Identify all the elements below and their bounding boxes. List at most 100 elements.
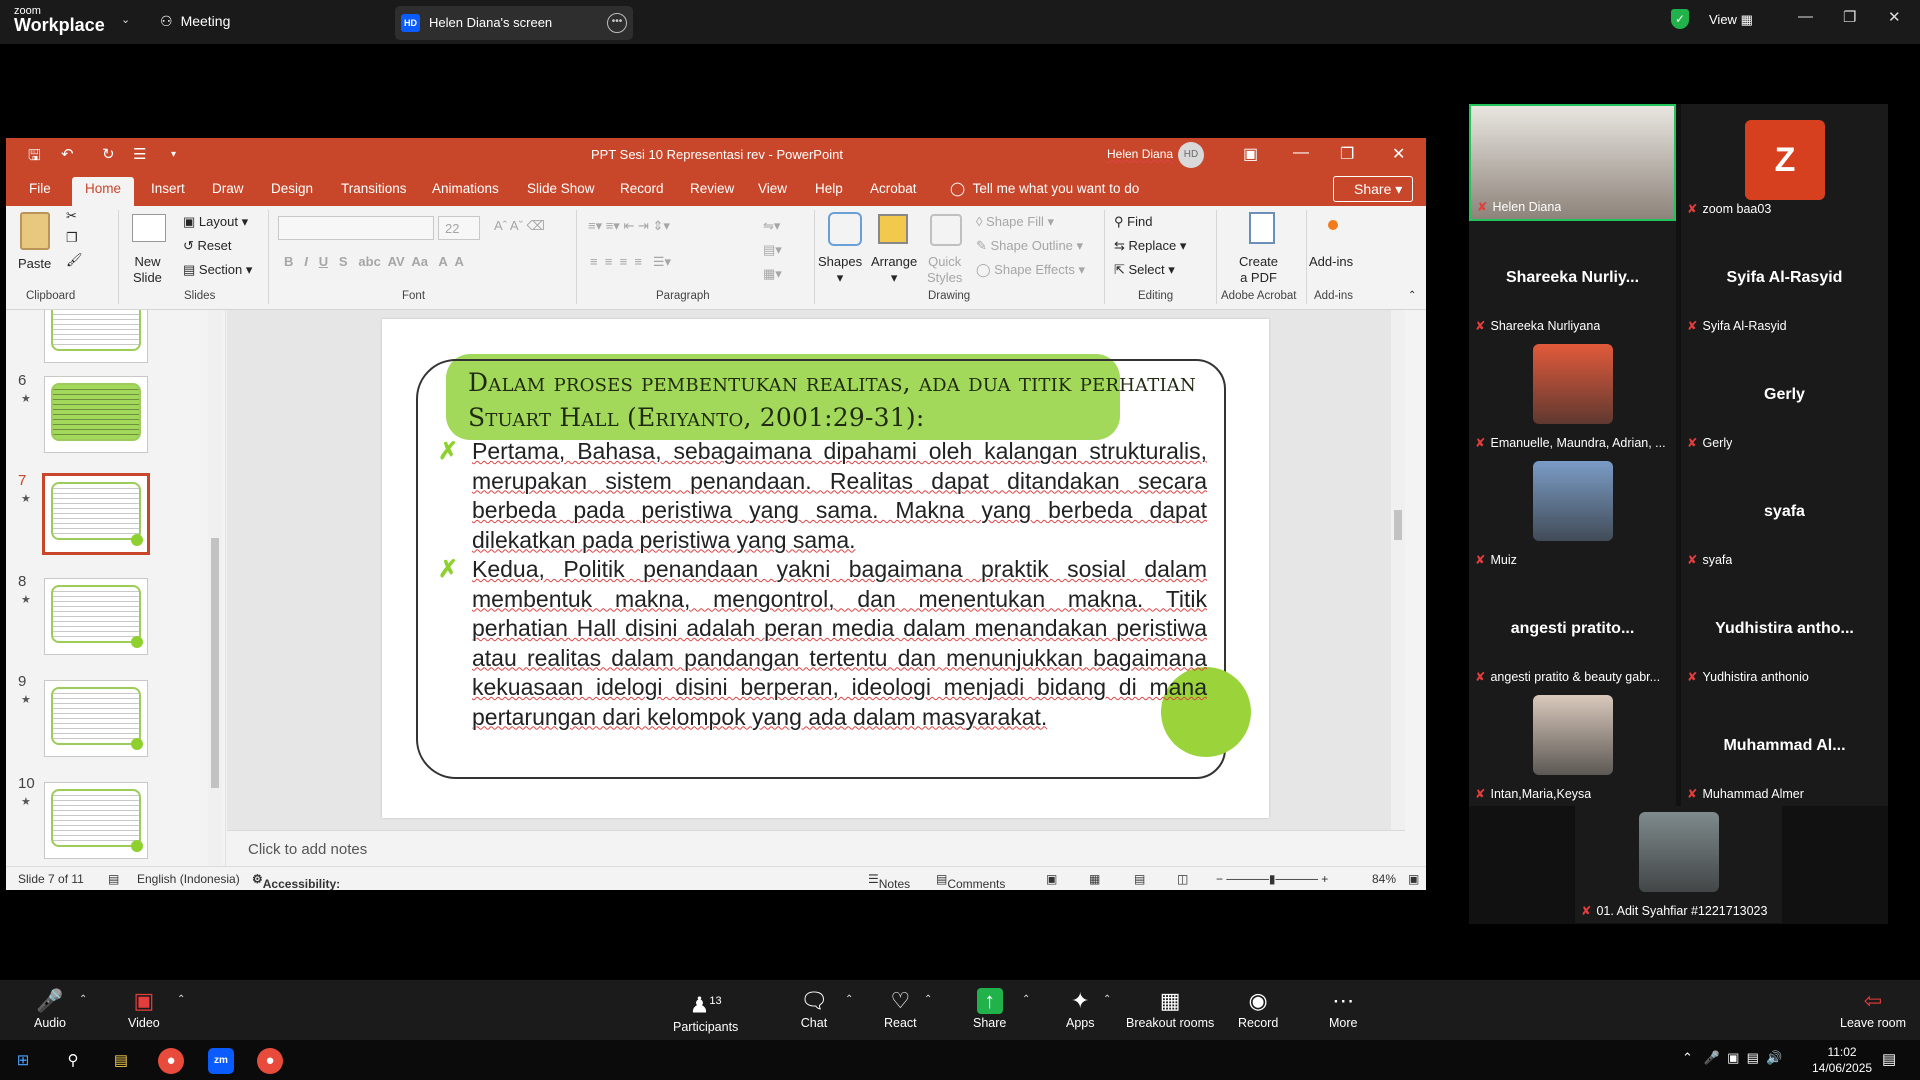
slide-thumbnail[interactable]: [44, 578, 148, 655]
new-slide-icon[interactable]: [132, 214, 166, 242]
spellcheck-icon[interactable]: ▤: [108, 872, 119, 886]
shapes-button[interactable]: Shapes ▾: [818, 254, 862, 286]
chat-options-icon[interactable]: ⌃: [845, 994, 853, 1005]
font-style-buttons[interactable]: B I U S abc AV Aa A A: [284, 254, 464, 269]
shape-fill-button[interactable]: ◊ Shape Fill ▾: [976, 214, 1054, 230]
restore-icon[interactable]: ❐: [1843, 8, 1856, 26]
participant-tile[interactable]: Muhammad Al... ✘ Muhammad Almer: [1681, 689, 1888, 806]
participant-tile[interactable]: syafa ✘ syafa: [1681, 455, 1888, 572]
shapes-icon[interactable]: [828, 212, 862, 246]
font-name-box[interactable]: [278, 216, 434, 240]
system-tray-icons[interactable]: ⌃ 🎤 ▣ ▤ 🔊: [1682, 1050, 1782, 1066]
participant-tile[interactable]: Z ✘ zoom baa03: [1681, 104, 1888, 221]
save-icon[interactable]: 🖫: [28, 145, 41, 170]
chrome-profile-icon[interactable]: ●: [257, 1048, 283, 1074]
shape-effects-button[interactable]: ◯ Shape Effects ▾: [976, 262, 1085, 278]
more-options-icon[interactable]: •••: [607, 13, 627, 33]
participant-tile[interactable]: Gerly ✘ Gerly: [1681, 338, 1888, 455]
shared-screen-tab[interactable]: HD Helen Diana's screen •••: [395, 6, 633, 40]
tab-design[interactable]: Design: [271, 181, 313, 196]
react-button[interactable]: ♡ React: [884, 988, 917, 1030]
align-text-icon[interactable]: ▤▾: [763, 242, 782, 258]
participant-tile[interactable]: Shareeka Nurliy... ✘ Shareeka Nurliyana: [1469, 221, 1676, 338]
reset-button[interactable]: ↺ Reset: [183, 238, 231, 254]
participant-tile[interactable]: Yudhistira antho... ✘ Yudhistira anthonio: [1681, 572, 1888, 689]
audio-options-icon[interactable]: ⌃: [79, 994, 87, 1005]
undo-icon[interactable]: ↶: [61, 145, 74, 163]
participant-tile[interactable]: ✘ Intan,Maria,Keysa: [1469, 689, 1676, 806]
layout-button[interactable]: ▣ Layout ▾: [183, 214, 248, 230]
tab-slide-show[interactable]: Slide Show: [527, 181, 595, 196]
search-icon[interactable]: ⚲: [60, 1048, 86, 1074]
tab-draw[interactable]: Draw: [212, 181, 244, 196]
react-options-icon[interactable]: ⌃: [924, 994, 932, 1005]
customize-qat-icon[interactable]: ▾: [171, 149, 176, 160]
paste-icon[interactable]: [20, 212, 50, 250]
ribbon-display-icon[interactable]: ▣: [1243, 144, 1258, 164]
paste-button[interactable]: Paste: [18, 256, 51, 272]
slide-thumbnail[interactable]: [44, 680, 148, 757]
format-painter-icon[interactable]: 🖌: [66, 252, 83, 268]
more-button[interactable]: ⋯ More: [1329, 988, 1357, 1030]
tab-insert[interactable]: Insert: [151, 181, 185, 196]
tab-file[interactable]: File: [29, 181, 51, 196]
tab-view[interactable]: View: [758, 181, 787, 196]
new-slide-button[interactable]: New Slide: [133, 254, 162, 286]
minimize-icon[interactable]: —: [1798, 8, 1813, 25]
meeting-menu[interactable]: ⚇ Meeting: [160, 13, 230, 30]
text-direction-icon[interactable]: ⇋▾: [763, 218, 780, 234]
chevron-down-icon[interactable]: ⌄: [121, 13, 130, 26]
touch-mode-icon[interactable]: ☰: [133, 145, 146, 163]
quick-styles-button[interactable]: Quick Styles: [927, 254, 962, 286]
slide-sorter-icon[interactable]: ▦: [1089, 872, 1100, 886]
align-buttons[interactable]: ≡ ≡ ≡ ≡ ☰▾: [590, 254, 671, 270]
windows-start-icon[interactable]: ⊞: [10, 1048, 36, 1074]
slide-thumbnail[interactable]: [44, 310, 148, 363]
ppt-maximize-icon[interactable]: ❐: [1340, 144, 1354, 164]
font-size-box[interactable]: 22: [438, 216, 480, 240]
language-indicator[interactable]: English (Indonesia): [137, 872, 240, 886]
create-pdf-icon[interactable]: [1249, 212, 1275, 244]
clock[interactable]: 11:02 14/06/2025: [1812, 1044, 1872, 1076]
share-options-icon[interactable]: ⌃: [1022, 994, 1030, 1005]
tab-record[interactable]: Record: [620, 181, 664, 196]
arrange-icon[interactable]: [878, 214, 908, 244]
chrome-icon[interactable]: ●: [158, 1048, 184, 1074]
tell-me-search[interactable]: ◯ Tell me what you want to do: [950, 181, 1139, 197]
notifications-icon[interactable]: ▤: [1882, 1050, 1896, 1068]
tab-home[interactable]: Home: [72, 177, 135, 206]
breakout-rooms-button[interactable]: ▦ Breakout rooms: [1126, 988, 1214, 1030]
tab-review[interactable]: Review: [690, 181, 734, 196]
share-button[interactable]: Share ▾: [1333, 176, 1413, 202]
accessibility-button[interactable]: ⚙ Accessibility: Investigate: [252, 872, 340, 890]
participant-tile[interactable]: ✘ 01. Adit Syahfiar #1221713023: [1575, 806, 1782, 923]
leave-room-button[interactable]: ⇦ Leave room: [1840, 988, 1906, 1030]
participants-button[interactable]: ♟13 Participants: [673, 988, 738, 1034]
slide-title[interactable]: Dalam proses pembentukan realitas, ada d…: [468, 365, 1196, 435]
slide-body[interactable]: Pertama, Bahasa, sebagaimana dipahami ol…: [472, 437, 1207, 732]
participant-tile[interactable]: ✘ Helen Diana: [1469, 104, 1676, 221]
record-button[interactable]: ◉ Record: [1238, 988, 1278, 1030]
reading-view-icon[interactable]: ▤: [1134, 872, 1145, 886]
fit-slide-icon[interactable]: ▣: [1408, 872, 1419, 886]
security-shield-icon[interactable]: ✓: [1671, 9, 1689, 29]
chat-button[interactable]: 🗨 Chat: [800, 988, 828, 1030]
replace-button[interactable]: ⇆ Replace ▾: [1114, 238, 1186, 254]
audio-button[interactable]: 🎤 Audio: [34, 988, 66, 1030]
user-avatar[interactable]: HD: [1178, 142, 1204, 168]
find-button[interactable]: ⚲ Find: [1114, 214, 1152, 230]
smartart-icon[interactable]: ▦▾: [763, 266, 782, 282]
ppt-minimize-icon[interactable]: —: [1293, 144, 1309, 162]
select-button[interactable]: ⇱ Select ▾: [1114, 262, 1175, 278]
participant-tile[interactable]: ✘ Emanuelle, Maundra, Adrian, ...: [1469, 338, 1676, 455]
collapse-ribbon-icon[interactable]: ⌃: [1408, 290, 1416, 301]
slideshow-icon[interactable]: ◫: [1177, 872, 1188, 886]
zoom-level[interactable]: 84%: [1372, 872, 1396, 886]
current-slide[interactable]: Dalam proses pembentukan realitas, ada d…: [382, 319, 1269, 818]
shape-outline-button[interactable]: ✎ Shape Outline ▾: [976, 238, 1083, 254]
normal-view-icon[interactable]: ▣: [1046, 872, 1057, 886]
ppt-close-icon[interactable]: ✕: [1392, 144, 1405, 164]
copy-icon[interactable]: ❐: [66, 230, 78, 246]
apps-button[interactable]: ✦ Apps: [1066, 988, 1095, 1030]
slide-thumbnail[interactable]: [44, 782, 148, 859]
